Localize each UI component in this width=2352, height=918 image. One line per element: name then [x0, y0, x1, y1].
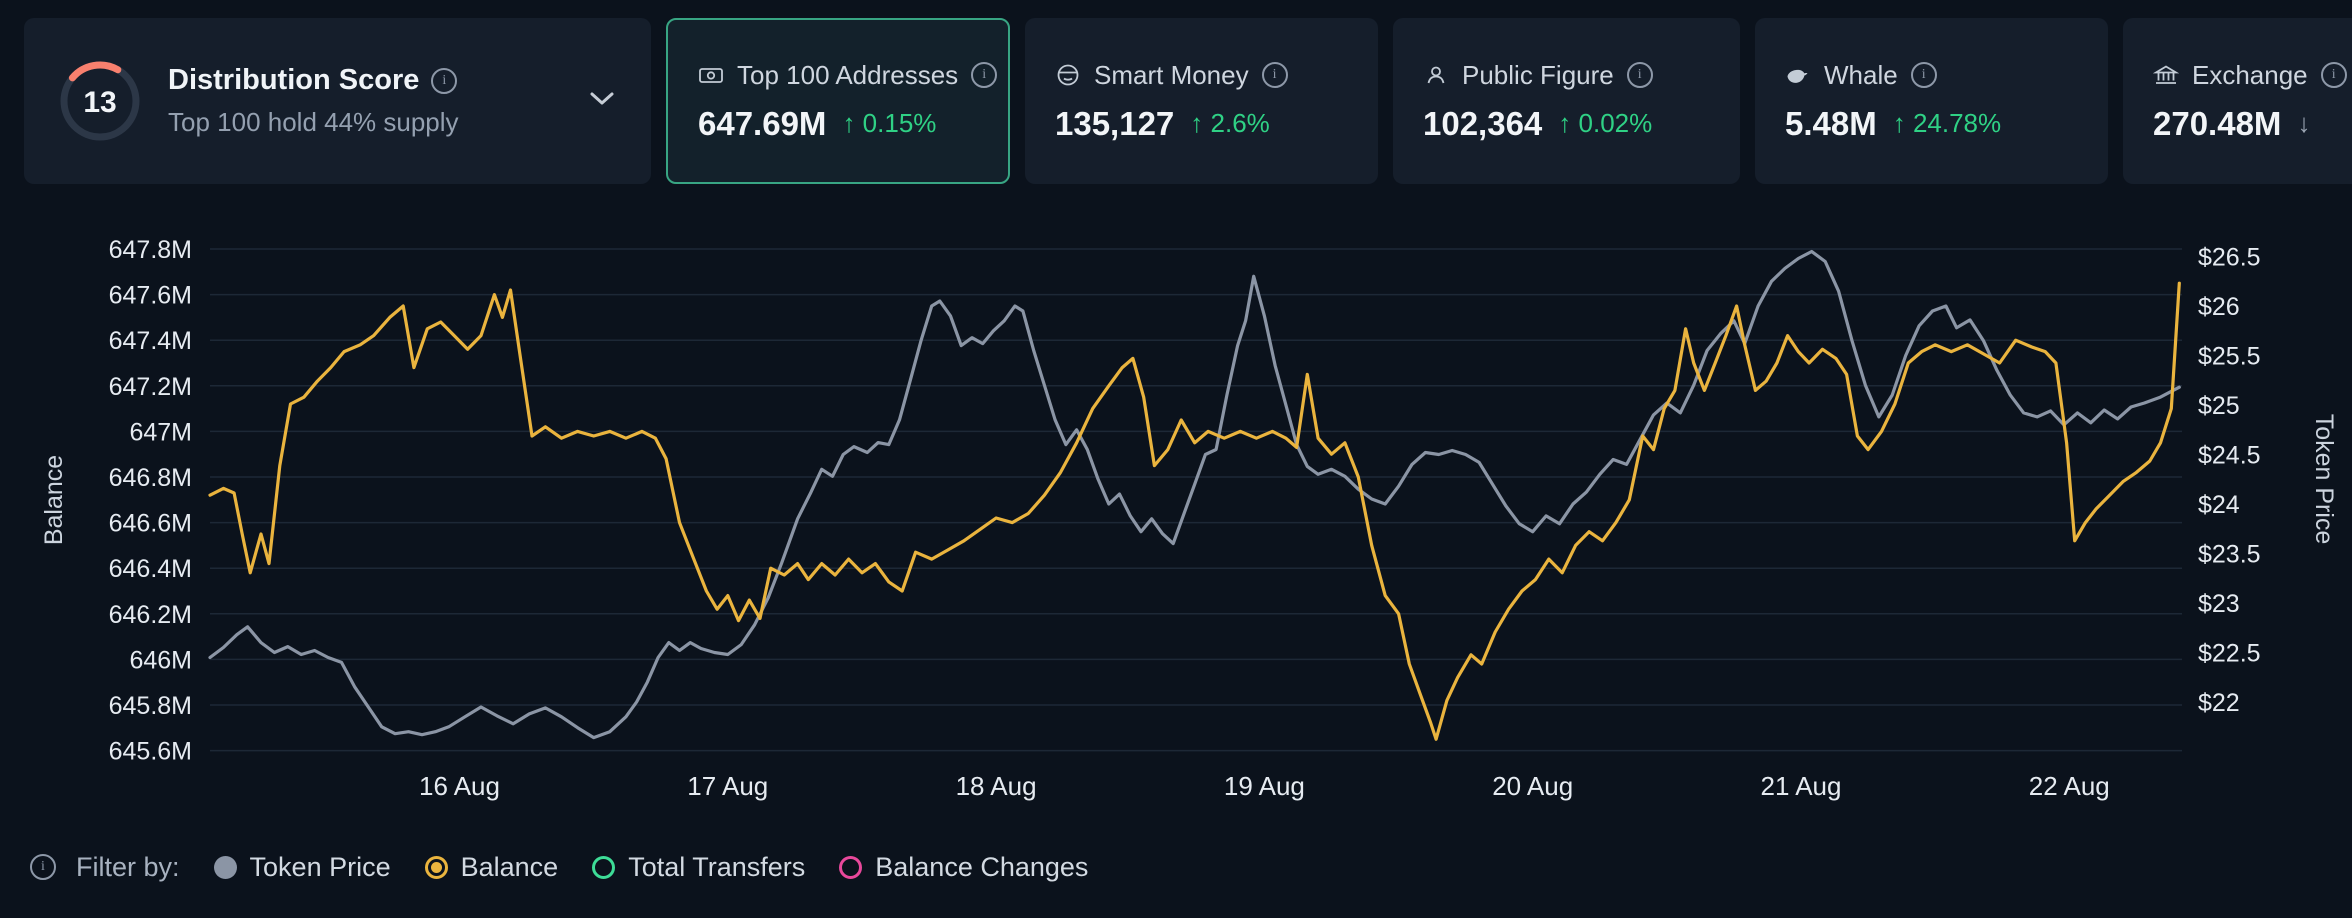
svg-text:646.8M: 646.8M	[109, 464, 192, 492]
svg-text:$26: $26	[2198, 293, 2240, 321]
metric-header: Top 100 Addresses i	[698, 60, 978, 91]
svg-text:645.6M: 645.6M	[109, 738, 192, 766]
svg-text:22 Aug: 22 Aug	[2029, 771, 2110, 801]
score-gauge: 13	[58, 59, 142, 143]
metric-header: Public Figure i	[1423, 60, 1710, 91]
metric-card-public-figure[interactable]: Public Figure i 102,364 ↑ 0.02%	[1393, 18, 1740, 184]
metric-value-row: 5.48M ↑ 24.78%	[1785, 105, 2078, 143]
svg-text:$23.5: $23.5	[2198, 541, 2261, 569]
metric-change: ↑ 24.78%	[1893, 108, 2001, 139]
metric-card-whale[interactable]: Whale i 5.48M ↑ 24.78%	[1755, 18, 2108, 184]
info-icon[interactable]: i	[431, 68, 457, 94]
svg-text:$23: $23	[2198, 590, 2240, 618]
exchange-icon	[2153, 62, 2179, 88]
metric-cards-row: 13 Distribution Score i Top 100 hold 44%…	[24, 18, 2352, 184]
info-icon[interactable]: i	[971, 62, 997, 88]
svg-text:18 Aug: 18 Aug	[956, 771, 1037, 801]
whale-icon	[1785, 62, 1811, 88]
svg-text:21 Aug: 21 Aug	[1761, 771, 1842, 801]
balance-marker-icon	[425, 856, 448, 879]
legend-item-total-transfers[interactable]: Total Transfers	[592, 852, 805, 883]
balance-line	[210, 283, 2179, 739]
svg-text:647.6M: 647.6M	[109, 282, 192, 310]
legend-item-balance[interactable]: Balance	[425, 852, 559, 883]
legend-label: Balance Changes	[875, 852, 1088, 883]
metric-card-smart-money[interactable]: Smart Money i 135,127 ↑ 2.6%	[1025, 18, 1378, 184]
svg-text:646.2M: 646.2M	[109, 601, 192, 629]
info-icon[interactable]: i	[30, 854, 56, 880]
legend-item-token-price[interactable]: Token Price	[214, 852, 391, 883]
svg-text:$24: $24	[2198, 491, 2240, 519]
distribution-subtitle: Top 100 hold 44% supply	[168, 107, 459, 138]
smart-money-icon	[1055, 62, 1081, 88]
metric-label: Top 100 Addresses	[737, 60, 958, 91]
metric-value: 5.48M	[1785, 105, 1877, 143]
metric-value-row: 647.69M ↑ 0.15%	[698, 105, 978, 143]
filter-bar: i Filter by: Token Price Balance Total T…	[30, 846, 1088, 888]
metric-value: 135,127	[1055, 105, 1174, 143]
right-axis-title: Token Price	[2310, 414, 2338, 545]
distribution-text: Distribution Score i Top 100 hold 44% su…	[168, 64, 459, 138]
chevron-down-icon[interactable]	[587, 90, 617, 113]
legend-item-balance-changes[interactable]: Balance Changes	[839, 852, 1088, 883]
metric-change: ↑ 0.02%	[1558, 108, 1652, 139]
metric-card-exchange[interactable]: Exchange i 270.48M ↓	[2123, 18, 2352, 184]
svg-text:$25: $25	[2198, 392, 2240, 420]
legend-label: Balance	[461, 852, 559, 883]
svg-text:$22: $22	[2198, 689, 2240, 717]
svg-text:646M: 646M	[129, 646, 192, 674]
distribution-score-card[interactable]: 13 Distribution Score i Top 100 hold 44%…	[24, 18, 651, 184]
filter-by-label: Filter by:	[76, 852, 180, 883]
metric-value-row: 135,127 ↑ 2.6%	[1055, 105, 1348, 143]
legend-label: Total Transfers	[628, 852, 805, 883]
info-icon[interactable]: i	[1911, 62, 1937, 88]
svg-text:$25.5: $25.5	[2198, 343, 2261, 371]
metric-value-row: 270.48M ↓	[2153, 105, 2352, 143]
svg-text:646.6M: 646.6M	[109, 510, 192, 538]
metric-header: Whale i	[1785, 60, 2078, 91]
legend-label: Token Price	[250, 852, 391, 883]
metric-header: Exchange i	[2153, 60, 2352, 91]
metric-header: Smart Money i	[1055, 60, 1348, 91]
svg-text:17 Aug: 17 Aug	[687, 771, 768, 801]
metric-value: 102,364	[1423, 105, 1542, 143]
svg-text:$24.5: $24.5	[2198, 442, 2261, 470]
svg-text:647.8M: 647.8M	[109, 236, 192, 264]
metric-value: 647.69M	[698, 105, 826, 143]
svg-text:647.4M: 647.4M	[109, 327, 192, 355]
svg-text:19 Aug: 19 Aug	[1224, 771, 1305, 801]
svg-text:$22.5: $22.5	[2198, 640, 2261, 668]
metric-card-top-100-addresses[interactable]: Top 100 Addresses i 647.69M ↑ 0.15%	[666, 18, 1010, 184]
banknote-icon	[698, 62, 724, 88]
metric-label: Whale	[1824, 60, 1898, 91]
metric-change: ↑ 0.15%	[842, 108, 936, 139]
token-price-line	[210, 252, 2179, 738]
svg-text:647.2M: 647.2M	[109, 373, 192, 401]
token-price-marker-icon	[214, 856, 237, 879]
svg-text:16 Aug: 16 Aug	[419, 771, 500, 801]
info-icon[interactable]: i	[1262, 62, 1288, 88]
svg-text:$26.5: $26.5	[2198, 244, 2261, 272]
metric-label: Smart Money	[1094, 60, 1249, 91]
svg-text:647M: 647M	[129, 418, 192, 446]
left-axis-title: Balance	[40, 455, 68, 545]
info-icon[interactable]: i	[2321, 62, 2347, 88]
metric-change: ↑ 2.6%	[1190, 108, 1270, 139]
public-figure-icon	[1423, 62, 1449, 88]
info-icon[interactable]: i	[1627, 62, 1653, 88]
metric-value: 270.48M	[2153, 105, 2281, 143]
svg-text:646.4M: 646.4M	[109, 555, 192, 583]
svg-text:645.8M: 645.8M	[109, 692, 192, 720]
metric-value-row: 102,364 ↑ 0.02%	[1423, 105, 1710, 143]
balance-changes-marker-icon	[839, 856, 862, 879]
token-analytics-dashboard: { "colors": { "accent_green": "#2fd185",…	[0, 0, 2352, 918]
distribution-title: Distribution Score	[168, 64, 419, 97]
score-value: 13	[83, 86, 116, 119]
metric-label: Exchange	[2192, 60, 2308, 91]
metric-change: ↓	[2297, 108, 2310, 139]
metric-label: Public Figure	[1462, 60, 1614, 91]
total-transfers-marker-icon	[592, 856, 615, 879]
svg-text:20 Aug: 20 Aug	[1492, 771, 1573, 801]
